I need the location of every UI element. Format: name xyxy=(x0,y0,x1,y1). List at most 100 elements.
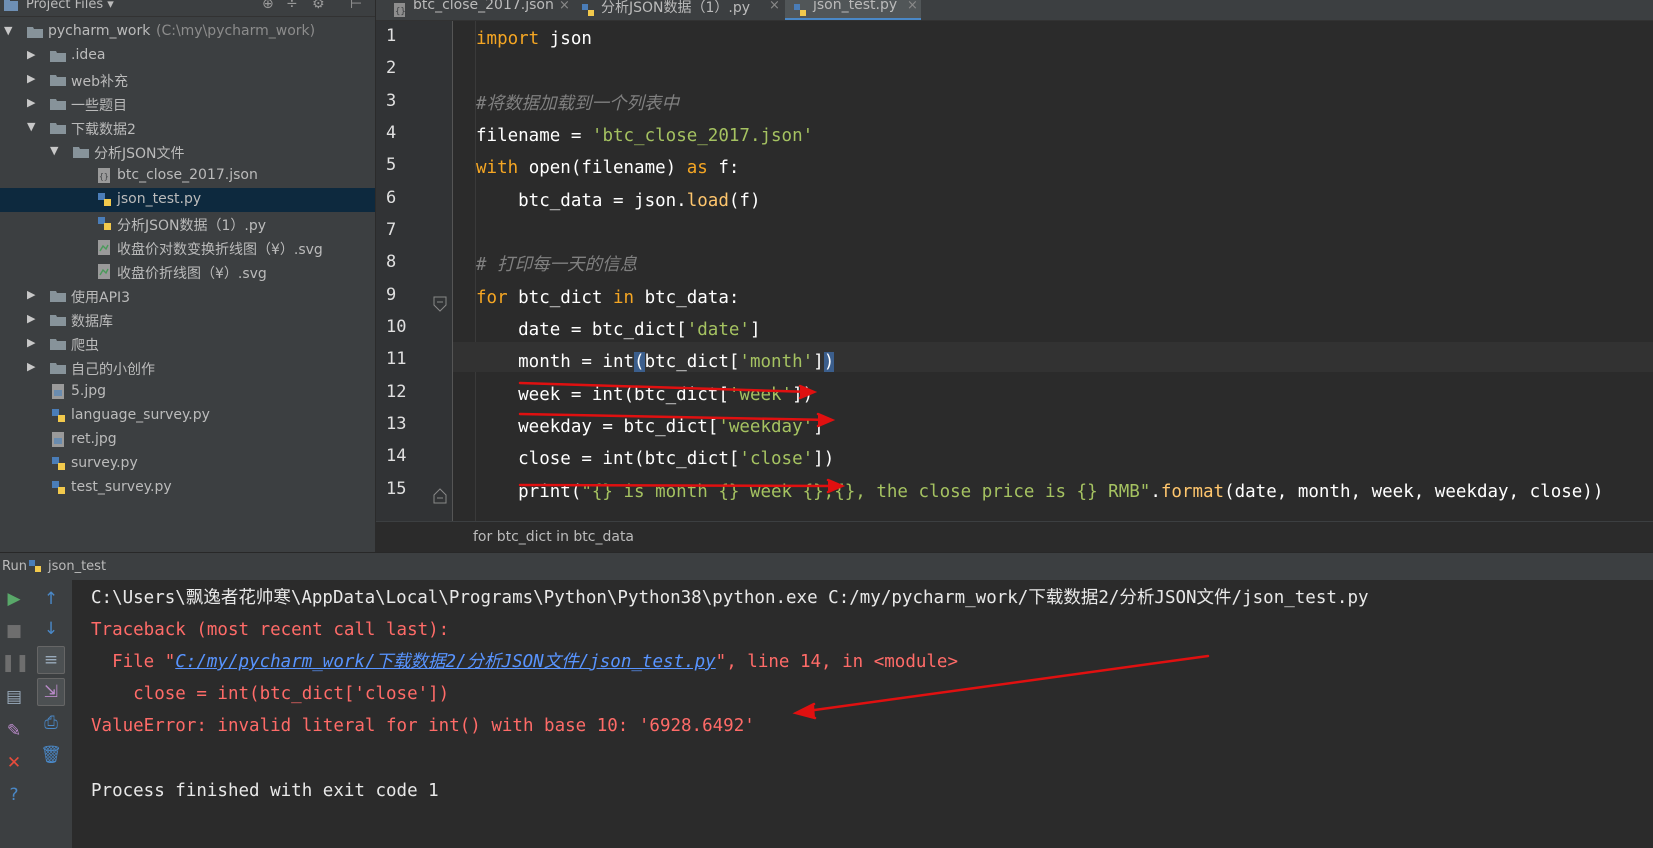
collapse-arrow-icon[interactable]: ▶ xyxy=(27,360,35,373)
tree-item[interactable]: ▶ web补充 xyxy=(0,68,375,92)
locate-icon[interactable]: ⊕ xyxy=(262,0,274,12)
help-icon[interactable]: ? xyxy=(1,782,27,808)
expand-arrow-icon[interactable]: ▼ xyxy=(50,144,58,157)
project-panel: Project Files ▾ ⊕ ÷ ⚙ ⊢ ▼ pycharm_work (C:… xyxy=(0,0,376,552)
collapse-arrow-icon[interactable]: ▶ xyxy=(27,96,35,109)
collapse-arrow-icon[interactable]: ▶ xyxy=(27,336,35,349)
close-icon[interactable]: × xyxy=(769,0,780,13)
hide-panel-icon[interactable]: ⊢ xyxy=(350,0,362,12)
fold-icon[interactable] xyxy=(432,295,448,313)
tree-item-label: pycharm_work xyxy=(48,23,151,39)
code-line-9: for btc_dict in btc_data: xyxy=(476,288,740,308)
run-console[interactable]: C:\Users\飘逸者花帅寒\AppData\Local\Programs\P… xyxy=(73,580,1653,848)
line-number: 10 xyxy=(386,317,407,337)
breadcrumb-item[interactable]: for btc_dict in btc_data xyxy=(473,529,634,545)
pause-icon[interactable]: ❚❚ xyxy=(1,650,30,676)
tab-label: json_test.py xyxy=(813,0,898,13)
tree-item-label: 下载数据2 xyxy=(71,122,136,138)
line-number: 3 xyxy=(386,91,397,111)
console-error-line: File "C:/my/pycharm_work/下载数据2/分析JSON文件/… xyxy=(91,652,958,672)
tree-item-label: 数据库 xyxy=(71,314,113,330)
collapse-arrow-icon[interactable]: ▶ xyxy=(27,288,35,301)
tree-item[interactable]: 5.jpg xyxy=(0,380,375,404)
collapse-all-icon[interactable]: ÷ xyxy=(286,0,298,12)
close-icon[interactable]: × xyxy=(907,0,918,13)
tree-item[interactable]: ▶ 数据库 xyxy=(0,308,375,332)
tab-btc-close-json[interactable]: {} btc_close_2017.json × xyxy=(385,0,573,20)
line-number: 1 xyxy=(386,26,397,46)
run-panel-header: Run json_test xyxy=(0,552,1653,580)
code-line-8: # 打印每一天的信息 xyxy=(476,255,638,275)
tree-item[interactable]: ▼ pycharm_work (C:\my\pycharm_work) xyxy=(0,20,375,44)
collapse-arrow-icon[interactable]: ▶ xyxy=(27,48,35,61)
close-icon[interactable]: × xyxy=(559,0,570,13)
code-line-14: close = int(btc_dict['close']) xyxy=(476,449,835,469)
tree-item[interactable]: ▶ 爬虫 xyxy=(0,332,375,356)
trash-icon[interactable]: 🗑 xyxy=(38,742,64,768)
tree-item-label: 使用API3 xyxy=(71,290,131,306)
code-line-13: weekday = btc_dict['weekday'] xyxy=(476,417,824,437)
scroll-to-end-icon[interactable]: ⇲ xyxy=(37,678,65,706)
code-line-5: with open(filename) as f: xyxy=(476,158,740,178)
tree-item-label: json_test.py xyxy=(117,191,202,207)
console-error-line: ValueError: invalid literal for int() wi… xyxy=(91,716,755,736)
tab-json-test-py[interactable]: json_test.py × xyxy=(785,0,921,20)
tree-item[interactable]: 分析JSON数据（1）.py xyxy=(0,212,375,236)
tab-label: 分析JSON数据（1）.py xyxy=(601,0,751,16)
print-icon[interactable]: ⎙ xyxy=(38,710,64,736)
tree-item-label: test_survey.py xyxy=(71,479,172,495)
svg-text:{}: {} xyxy=(99,172,109,181)
tree-item[interactable]: ▶ 使用API3 xyxy=(0,284,375,308)
python-file-icon xyxy=(794,4,806,16)
tree-item-label: 收盘价对数变换折线图（¥）.svg xyxy=(117,242,323,258)
project-view-selector[interactable]: Project Files ▾ xyxy=(26,0,114,12)
tree-item[interactable]: 收盘价折线图（¥）.svg xyxy=(0,260,375,284)
collapse-arrow-icon[interactable]: ▶ xyxy=(27,312,35,325)
tree-item-label: .idea xyxy=(71,47,106,63)
tree-item[interactable]: ▼ 下载数据2 xyxy=(0,116,375,140)
traceback-file-link[interactable]: C:/my/pycharm_work/下载数据2/分析JSON文件/json_t… xyxy=(175,652,715,672)
code-editor[interactable]: import json #将数据加载到一个列表中 filename = 'btc… xyxy=(453,21,1653,521)
svg-text:{}: {} xyxy=(395,7,406,17)
tree-item[interactable]: ▶ .idea xyxy=(0,44,375,68)
code-line-10: date = btc_dict['date'] xyxy=(476,320,761,340)
tree-item[interactable]: ▼ 分析JSON文件 xyxy=(0,140,375,164)
run-toolbar: ▶ ■ ❚❚ ▤ ✎ ✕ ? ↑ ↓ ≡ ⇲ ⎙ 🗑 xyxy=(0,580,73,848)
line-number: 5 xyxy=(386,155,397,175)
tree-item-label: 自己的小创作 xyxy=(71,362,155,378)
tab-analysis-json-py[interactable]: 分析JSON数据（1）.py × xyxy=(573,0,785,20)
project-panel-header: Project Files ▾ ⊕ ÷ ⚙ ⊢ xyxy=(0,0,375,17)
rerun-icon[interactable]: ▶ xyxy=(1,586,27,612)
editor-gutter: 1 2 3 4 5 6 7 8 9 10 11 12 13 14 15 xyxy=(376,21,453,521)
fold-end-icon[interactable] xyxy=(432,487,448,505)
restore-layout-icon[interactable]: ▤ xyxy=(1,684,27,710)
tree-item[interactable]: 收盘价对数变换折线图（¥）.svg xyxy=(0,236,375,260)
tree-item[interactable]: ▶ 自己的小创作 xyxy=(0,356,375,380)
gear-icon[interactable]: ⚙ xyxy=(312,0,325,12)
stop-icon[interactable]: ■ xyxy=(1,618,27,644)
expand-arrow-icon[interactable]: ▼ xyxy=(27,120,35,133)
breadcrumb[interactable]: for btc_dict in btc_data xyxy=(376,521,1653,552)
console-line: Process finished with exit code 1 xyxy=(91,781,439,801)
line-number: 11 xyxy=(386,349,407,369)
tree-item[interactable]: ret.jpg xyxy=(0,428,375,452)
tree-item[interactable]: survey.py xyxy=(0,452,375,476)
line-number: 13 xyxy=(386,414,407,434)
tree-item[interactable]: json_test.py xyxy=(0,188,375,212)
down-stack-icon[interactable]: ↓ xyxy=(38,616,64,642)
line-number: 14 xyxy=(386,446,407,466)
tree-item[interactable]: test_survey.py xyxy=(0,476,375,500)
code-line-6: btc_data = json.load(f) xyxy=(476,191,761,211)
pin-tab-icon[interactable]: ✎ xyxy=(1,718,27,744)
soft-wrap-icon[interactable]: ≡ xyxy=(37,646,65,674)
tree-item[interactable]: {} btc_close_2017.json xyxy=(0,164,375,188)
close-run-icon[interactable]: ✕ xyxy=(1,750,27,776)
collapse-arrow-icon[interactable]: ▶ xyxy=(27,72,35,85)
expand-arrow-icon[interactable]: ▼ xyxy=(4,24,12,37)
tree-item-label: 分析JSON数据（1）.py xyxy=(117,218,267,234)
tree-item[interactable]: ▶ 一些题目 xyxy=(0,92,375,116)
run-config-tab[interactable]: json_test xyxy=(48,559,106,574)
tree-item[interactable]: language_survey.py xyxy=(0,404,375,428)
editor-tabs: {} btc_close_2017.json × 分析JSON数据（1）.py … xyxy=(376,0,1653,21)
up-stack-icon[interactable]: ↑ xyxy=(38,586,64,612)
